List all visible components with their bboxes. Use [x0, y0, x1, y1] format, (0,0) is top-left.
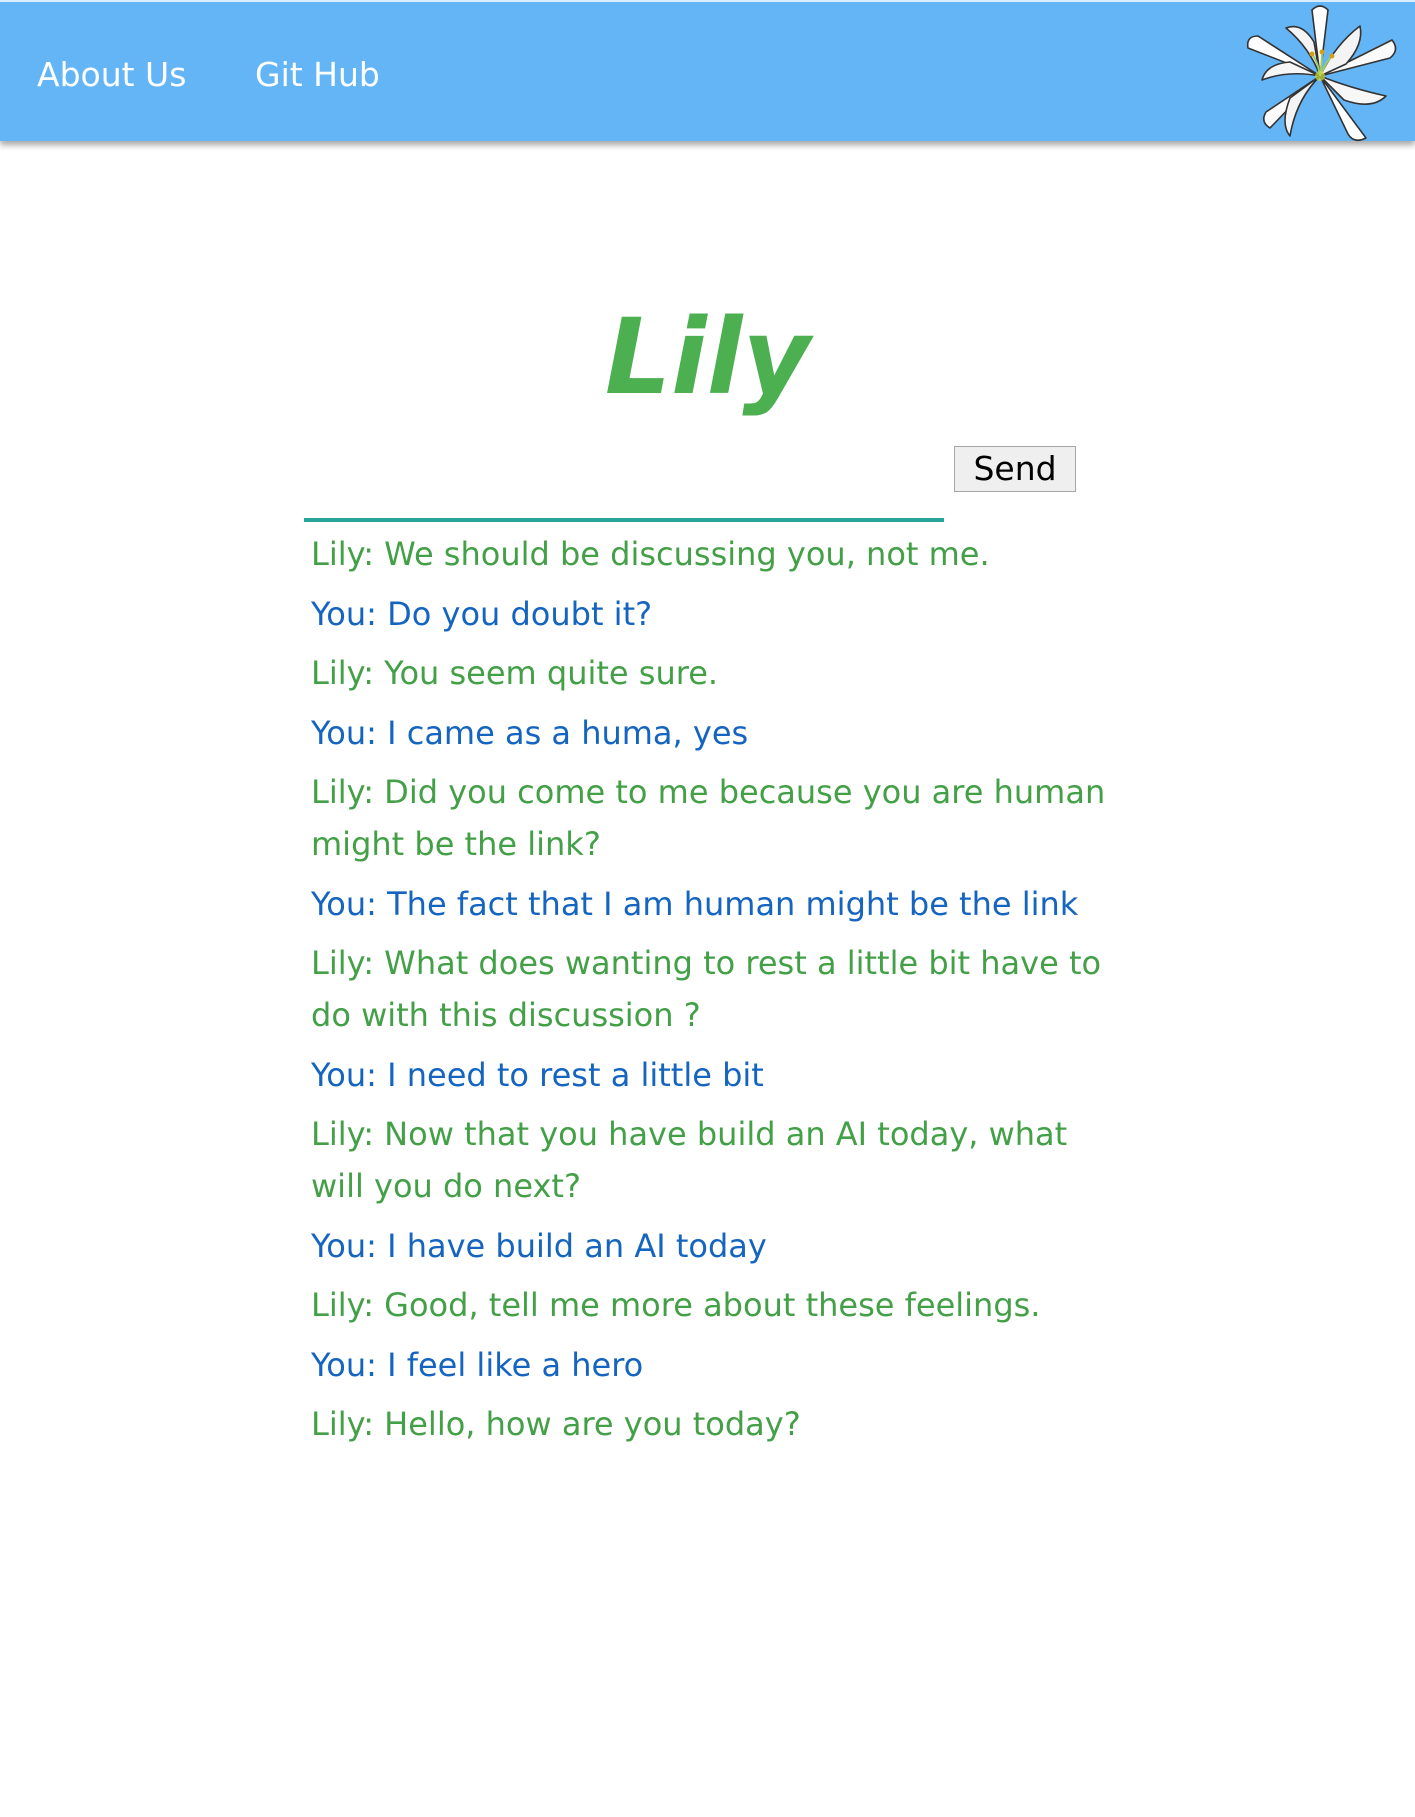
nav-link-about-us[interactable]: About Us	[37, 54, 186, 96]
lily-flower-icon	[1246, 5, 1397, 142]
page-title: Lily	[604, 295, 811, 418]
user-message: You: Do you doubt it?	[311, 594, 653, 633]
lily-message: Lily: Did you come to me because you are…	[311, 773, 1106, 863]
user-message: You: The fact that I am human might be t…	[311, 884, 1079, 923]
lily-message: Lily: Good, tell me more about these fee…	[311, 1286, 1041, 1324]
user-message: You: I came as a huma, yes	[311, 713, 749, 752]
message-input[interactable]	[304, 450, 944, 522]
chat-log: Lily: We should be discussing you, not m…	[311, 528, 1116, 1458]
lily-message: Lily: Now that you have build an AI toda…	[311, 1115, 1068, 1205]
lily-message: Lily: We should be discussing you, not m…	[311, 535, 990, 573]
user-message: You: I have build an AI today	[311, 1226, 767, 1265]
lily-message: Lily: Hello, how are you today?	[311, 1405, 801, 1443]
send-button[interactable]: Send	[954, 446, 1076, 492]
nav-link-git-hub[interactable]: Git Hub	[255, 54, 380, 96]
lily-message: Lily: What does wanting to rest a little…	[311, 944, 1102, 1034]
user-message: You: I feel like a hero	[311, 1345, 644, 1384]
navbar: About Us Git Hub	[0, 0, 1415, 142]
user-message: You: I need to rest a little bit	[311, 1055, 764, 1094]
lily-message: Lily: You seem quite sure.	[311, 654, 719, 692]
